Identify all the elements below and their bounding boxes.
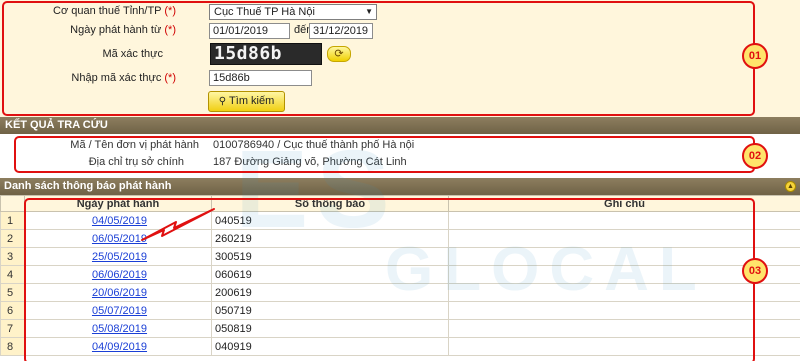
- annotation-box-table: [24, 198, 755, 361]
- annotation-badge-01: 01: [742, 43, 768, 69]
- row-number: 4: [0, 265, 25, 284]
- result-header: KẾT QUẢ TRA CỨU: [0, 117, 800, 134]
- row-number: 6: [0, 301, 25, 320]
- row-number: 1: [0, 211, 25, 230]
- annotation-badge-03: 03: [742, 258, 768, 284]
- row-number: 3: [0, 247, 25, 266]
- annotation-box-info: [14, 136, 755, 173]
- row-number: 2: [0, 229, 25, 248]
- annotation-box-form: [2, 1, 755, 116]
- list-header: Danh sách thông báo phát hành ▲: [0, 178, 800, 195]
- row-number: 8: [0, 337, 25, 356]
- collapse-icon[interactable]: ▲: [785, 181, 796, 192]
- row-number: 5: [0, 283, 25, 302]
- row-number-header: [0, 195, 25, 212]
- annotation-badge-02: 02: [742, 143, 768, 169]
- row-number: 7: [0, 319, 25, 338]
- red-arrow-icon: [141, 208, 215, 241]
